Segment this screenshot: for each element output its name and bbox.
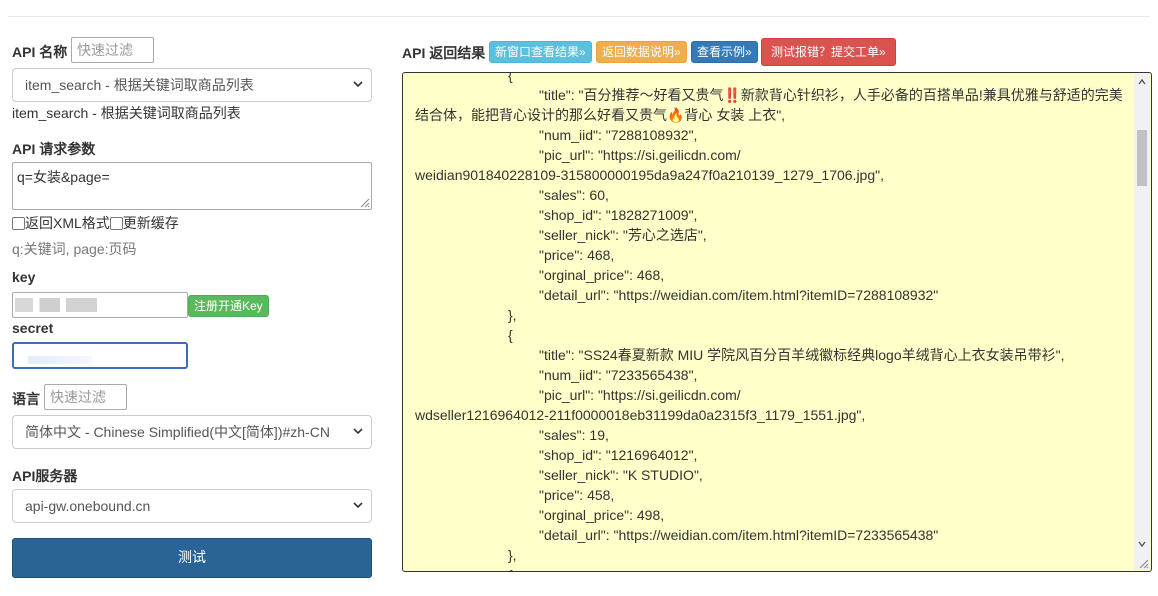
xml-checkbox[interactable] <box>12 217 25 230</box>
result-line: "orginal_price": 468, <box>539 267 665 283</box>
secret-label: secret <box>12 320 54 336</box>
report-issue-button[interactable]: 测试报错？提交工单» <box>761 38 896 66</box>
key-input[interactable] <box>12 292 188 318</box>
cache-checkbox[interactable] <box>109 217 123 230</box>
key-label: key <box>12 269 36 285</box>
cache-checkbox-label: 更新缓存 <box>122 215 179 231</box>
result-line: }, <box>508 307 517 323</box>
language-label: 语言 <box>12 391 40 407</box>
chevron-down-icon <box>353 428 363 435</box>
result-line: { <box>508 72 513 83</box>
result-scrollbar[interactable] <box>1134 74 1150 570</box>
params-hint: q:关键词, page:页码 <box>12 241 137 257</box>
result-line: "price": 458, <box>539 487 615 503</box>
test-button[interactable]: 测试 <box>12 538 372 578</box>
result-line: "title": "百分推荐～好看又贵气‼️新款背心针织衫，人手必备的百搭单品!… <box>539 87 1123 103</box>
data-doc-button[interactable]: 返回数据说明» <box>596 41 687 63</box>
register-key-button[interactable]: 注册开通Key <box>188 295 269 317</box>
result-line: "detail_url": "https://weidian.com/item.… <box>539 287 939 303</box>
language-select[interactable]: 简体中文 - Chinese Simplified(中文[简体])#zh-CN <box>12 415 372 449</box>
result-output[interactable]: { "title": "百分推荐～好看又贵气‼️新款背心针织衫，人手必备的百搭单品… <box>402 72 1152 572</box>
xml-checkbox-label: 返回XML格式 <box>25 215 110 231</box>
result-label: API 返回结果 <box>402 45 486 61</box>
scroll-up-icon[interactable] <box>1138 78 1146 86</box>
api-description: item_search - 根据关键词取商品列表 <box>12 105 241 121</box>
resize-grip-icon[interactable] <box>1137 557 1149 569</box>
result-line: weidian901840228109-315800000195da9a247f… <box>415 167 884 183</box>
result-line: "seller_nick": "芳心之选店", <box>539 227 707 243</box>
result-line: "orginal_price": 498, <box>539 507 665 523</box>
result-line: "pic_url": "https://si.geilicdn.com/ <box>539 387 741 403</box>
scroll-thumb[interactable] <box>1137 130 1147 186</box>
result-line: "num_iid": "7288108932", <box>539 127 698 143</box>
result-line: { <box>508 565 513 571</box>
api-select[interactable]: item_search - 根据关键词取商品列表 <box>12 68 372 102</box>
result-line: wdseller1216964012-211f0000018eb31199da0… <box>415 407 866 423</box>
masked-key-value <box>15 298 97 312</box>
params-textarea[interactable]: q=女装&page= <box>12 162 372 210</box>
example-button[interactable]: 查看示例» <box>691 41 758 63</box>
result-line: "sales": 19, <box>539 427 609 443</box>
language-select-value: 简体中文 - Chinese Simplified(中文[简体])#zh-CN <box>25 424 330 440</box>
params-label: API 请求参数 <box>12 141 96 157</box>
api-select-value: item_search - 根据关键词取商品列表 <box>25 77 254 93</box>
result-line: "sales": 60, <box>539 187 609 203</box>
result-line: 结合体，能把背心设计的那么好看又贵气🔥背心 女装 上衣", <box>415 107 786 123</box>
result-line: { <box>508 327 513 343</box>
top-divider <box>8 16 1150 17</box>
server-label: API服务器 <box>12 468 78 484</box>
chevron-down-icon <box>353 81 363 88</box>
result-line: "price": 468, <box>539 247 615 263</box>
secret-input[interactable] <box>12 342 188 369</box>
result-line: "title": "SS24春夏新款 MIU 学院风百分百羊绒徽标经典logo羊… <box>539 347 1065 363</box>
masked-secret-value <box>28 356 92 364</box>
server-select[interactable]: api-gw.onebound.cn <box>12 489 372 523</box>
params-value: q=女装&page= <box>17 169 110 185</box>
api-name-label: API 名称 <box>12 44 68 60</box>
api-name-filter-input[interactable]: 快速过滤 <box>71 37 154 63</box>
result-line: "seller_nick": "K STUDIO", <box>539 467 703 483</box>
result-line: "shop_id": "1828271009", <box>539 207 698 223</box>
result-line: "detail_url": "https://weidian.com/item.… <box>539 527 939 543</box>
language-filter-input[interactable]: 快速过滤 <box>44 384 127 410</box>
new-window-button[interactable]: 新窗口查看结果» <box>489 41 592 63</box>
server-select-value: api-gw.onebound.cn <box>25 498 151 514</box>
options-row: 返回XML格式 更新缓存 <box>12 213 179 233</box>
resize-grip-icon[interactable] <box>358 196 370 208</box>
result-line: "shop_id": "1216964012", <box>539 447 698 463</box>
scroll-down-icon[interactable] <box>1138 540 1146 548</box>
result-line: "pic_url": "https://si.geilicdn.com/ <box>539 147 741 163</box>
result-line: "num_iid": "7233565438", <box>539 367 698 383</box>
result-line: }, <box>508 547 517 563</box>
chevron-down-icon <box>353 502 363 509</box>
